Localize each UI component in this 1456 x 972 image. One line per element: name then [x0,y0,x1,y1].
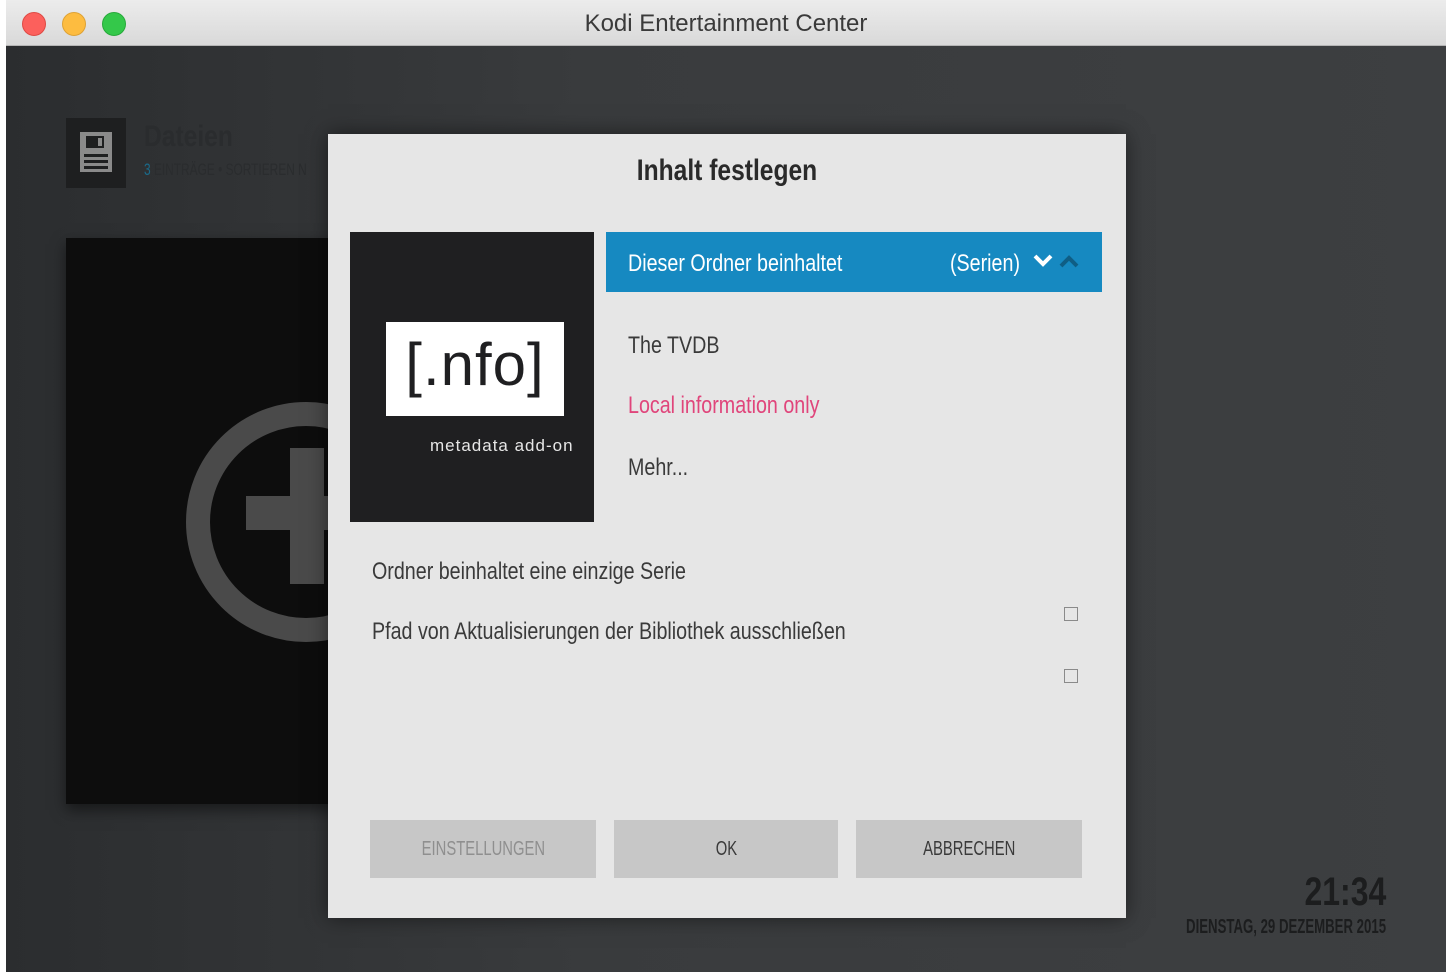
ok-button-label: OK [715,837,737,860]
settings-button[interactable]: EINSTELLUNGEN [370,820,596,878]
single-series-checkbox[interactable] [1064,607,1078,621]
content-type-value: (Serien) [950,250,1020,277]
chevron-down-icon[interactable] [1032,252,1054,270]
ok-button[interactable]: OK [614,820,838,878]
separator-dot: • [218,160,223,179]
exclude-path-label[interactable]: Pfad von Aktualisierungen der Bibliothek… [372,618,846,646]
nfo-logo: [.nfo] [386,322,564,416]
add-source-tile[interactable] [66,238,426,804]
scraper-option-more[interactable]: Mehr... [628,454,688,482]
set-content-dialog: Inhalt festlegen [.nfo] metadata add-on … [328,134,1126,918]
nfo-logo-text: [.nfo] [405,331,545,398]
exclude-path-checkbox[interactable] [1064,669,1078,683]
content-type-selector[interactable]: Dieser Ordner beinhaltet (Serien) [606,232,1102,292]
app-window: Kodi Entertainment Center Dateien 3 EINT… [6,0,1446,972]
cancel-button[interactable]: ABBRECHEN [856,820,1082,878]
single-series-label[interactable]: Ordner beinhaltet eine einzige Serie [372,558,686,586]
section-subtitle: 3 EINTRÄGE • SORTIEREN N [144,160,307,180]
add-plus-icon [186,402,426,642]
scraper-thumbnail: [.nfo] metadata add-on [350,232,594,522]
clock-date: DIENSTAG, 29 DEZEMBER 2015 [1185,916,1386,938]
cancel-button-label: ABBRECHEN [922,837,1016,860]
chevron-up-icon[interactable] [1058,252,1080,270]
floppy-disk-icon [66,118,126,188]
settings-button-label: EINSTELLUNGEN [421,837,545,860]
section-title: Dateien [144,120,233,153]
clock-time: 21:34 [1304,870,1386,914]
thumbnail-caption: metadata add-on [430,436,574,455]
window-title: Kodi Entertainment Center [584,10,868,37]
item-count: 3 [144,160,151,179]
item-count-label: EINTRÄGE [153,160,215,179]
kodi-background: Dateien 3 EINTRÄGE • SORTIEREN N 21:34 D… [6,46,1446,972]
scraper-option-local-info[interactable]: Local information only [628,392,819,420]
dialog-title: Inhalt festlegen [636,154,818,187]
title-bar[interactable]: Kodi Entertainment Center [6,0,1446,46]
content-type-label: Dieser Ordner beinhaltet [628,250,843,277]
sort-label: SORTIEREN N [225,160,307,179]
scraper-option-tvdb[interactable]: The TVDB [628,332,720,360]
